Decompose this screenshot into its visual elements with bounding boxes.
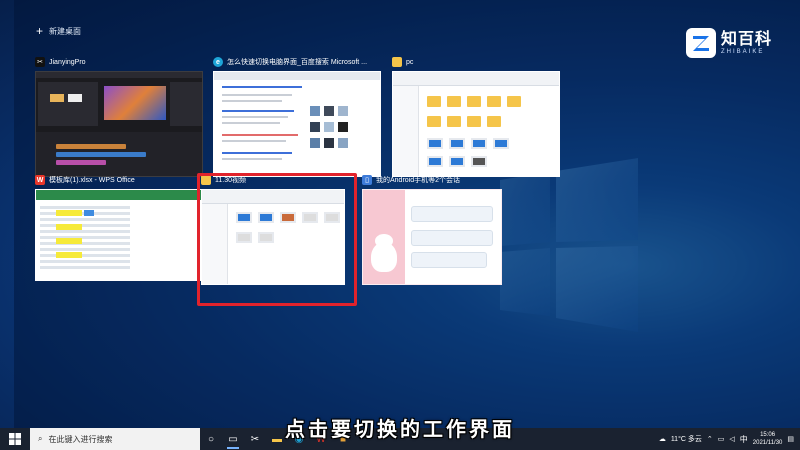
notification-icon[interactable]: ▤ — [787, 435, 794, 443]
taskbar-search-box[interactable]: ⌕ 在此键入进行搜索 — [30, 428, 200, 450]
window-thumbnail — [362, 189, 502, 285]
explorer-taskbar-icon[interactable]: ▬ — [266, 428, 288, 450]
folder-icon — [392, 57, 402, 67]
tray-chevron-icon[interactable]: ⌃ — [707, 435, 713, 443]
window-thumbnail — [392, 71, 560, 177]
brand-name-en: ZHIBAIKE — [721, 49, 765, 55]
edge-taskbar-icon[interactable]: ◉ — [288, 428, 310, 450]
window-title: pc — [406, 58, 414, 66]
window-card-wps[interactable]: W 模板库(1).xlsx - WPS Office — [35, 173, 203, 281]
window-title: 我的Android手机等2个会话 — [376, 177, 461, 184]
search-placeholder: 在此键入进行搜索 — [48, 434, 113, 444]
brand-watermark: 知百科 ZHIBAIKE — [686, 28, 772, 58]
window-card-jianying[interactable]: ✂ JianyingPro — [35, 55, 203, 177]
wps-icon: W — [35, 175, 45, 185]
window-title: JianyingPro — [49, 58, 86, 66]
brand-name: 知百科 — [721, 31, 773, 48]
wps-taskbar-icon[interactable]: W — [310, 428, 332, 450]
window-card-android[interactable]: ▯ 我的Android手机等2个会话 — [362, 173, 502, 285]
clock-time: 15:06 — [760, 432, 776, 438]
ime-indicator[interactable]: 中 — [740, 434, 748, 445]
phone-icon: ▯ — [362, 175, 372, 185]
taskbar: ⌕ 在此键入进行搜索 ○ ▭ ✂ ▬ ◉ W ■ ☁ 11°C 多云 ⌃ ▭ ◁… — [0, 428, 800, 450]
edge-icon: e — [213, 57, 223, 67]
window-thumbnail — [35, 189, 203, 281]
weather-text[interactable]: 11°C 多云 — [671, 434, 702, 444]
start-button[interactable] — [0, 428, 30, 450]
clock-date: 2021/11/30 — [752, 440, 783, 446]
weather-icon: ☁ — [658, 436, 666, 443]
window-card-pc[interactable]: pc — [392, 55, 560, 177]
capcut-taskbar-icon[interactable]: ✂ — [244, 428, 266, 450]
zhibaike-logo — [686, 28, 716, 58]
clock[interactable]: 15:06 2021/11/30 — [753, 431, 783, 447]
task-view-icon[interactable]: ▭ — [222, 428, 244, 450]
new-desktop-label: 新建桌面 — [49, 26, 82, 36]
new-desktop-button[interactable]: + 新建桌面 — [36, 24, 81, 38]
selection-highlight — [197, 173, 357, 306]
cortana-icon[interactable]: ○ — [200, 428, 222, 450]
volume-icon[interactable]: ◁ — [729, 435, 734, 443]
window-title: 模板库(1).xlsx - WPS Office — [49, 177, 135, 184]
capcut-icon: ✂ — [35, 57, 45, 67]
plus-icon: + — [36, 24, 44, 38]
window-thumbnail — [35, 71, 203, 177]
app-taskbar-icon[interactable]: ■ — [332, 428, 354, 450]
windows-icon — [9, 433, 21, 445]
window-thumbnail — [213, 71, 381, 177]
window-title: 怎么快速切换电脑界面_百度搜索 Microsoft ... — [227, 59, 368, 66]
network-icon[interactable]: ▭ — [718, 435, 725, 443]
search-icon: ⌕ — [38, 434, 43, 443]
system-tray: ☁ 11°C 多云 ⌃ ▭ ◁ 中 15:06 2021/11/30 ▤ — [659, 431, 800, 447]
window-card-edge[interactable]: e 怎么快速切换电脑界面_百度搜索 Microsoft ... — [213, 55, 381, 177]
